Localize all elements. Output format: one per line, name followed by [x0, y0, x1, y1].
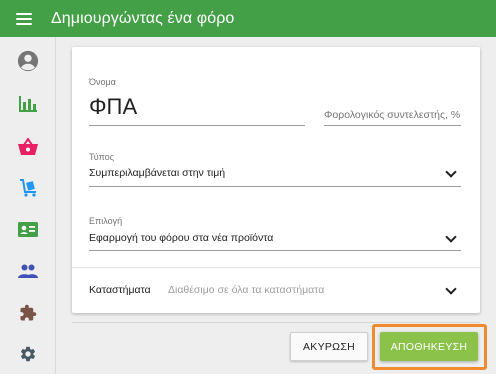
tax-rate-underline	[324, 125, 461, 126]
save-button[interactable]: ΑΠΟΘΗΚΕΥΣΗ	[380, 332, 478, 361]
actions-divider	[72, 322, 480, 323]
page-title: Δημιουργώντας ένα φόρο	[51, 9, 235, 27]
sidebar-item-account[interactable]	[0, 46, 55, 76]
stores-label: Καταστήματα	[89, 284, 151, 296]
sidebar-item-settings[interactable]	[0, 339, 55, 369]
option-select[interactable]: Εφαρμογή του φόρου στα νέα προϊόντα	[89, 232, 273, 244]
sidebar-item-items[interactable]	[0, 173, 55, 203]
divider	[72, 267, 480, 268]
option-select-underline	[89, 250, 461, 251]
name-input-underline	[89, 125, 305, 126]
sidebar-item-reports[interactable]	[0, 89, 55, 119]
puzzle-icon	[20, 304, 36, 321]
app-bar: Δημιουργώντας ένα φόρο	[0, 0, 496, 37]
bar-chart-icon	[18, 96, 37, 112]
luggage-cart-icon	[19, 179, 36, 197]
sidebar-item-integrations[interactable]	[0, 298, 55, 328]
sidebar-item-customers[interactable]	[0, 256, 55, 286]
sidebar-item-employees[interactable]	[0, 214, 55, 244]
chevron-down-icon[interactable]	[445, 283, 457, 295]
people-icon	[17, 264, 38, 278]
chevron-down-icon[interactable]	[445, 166, 457, 178]
sidebar	[0, 37, 56, 374]
sidebar-item-sales[interactable]	[0, 131, 55, 161]
option-label: Επιλογή	[89, 216, 123, 226]
type-select-underline	[89, 186, 461, 187]
tax-form-card: Όνομα ΦΠΑ Φορολογικός συντελεστής, % Τύπ…	[72, 47, 480, 313]
gear-icon	[20, 346, 35, 362]
type-select[interactable]: Συμπεριλαμβάνεται στην τιμή	[89, 167, 225, 179]
chevron-down-icon[interactable]	[445, 231, 457, 243]
name-label: Όνομα	[89, 77, 116, 87]
shopping-basket-icon	[17, 137, 38, 155]
tax-rate-input[interactable]: Φορολογικός συντελεστής, %	[324, 109, 460, 121]
stores-select[interactable]: Διαθέσιμο σε όλα τα καταστήματα	[168, 284, 324, 296]
account-circle-icon	[17, 50, 38, 72]
name-input[interactable]: ΦΠΑ	[89, 94, 137, 120]
type-label: Τύπος	[89, 152, 115, 162]
contact-card-icon	[17, 221, 38, 237]
menu-icon[interactable]	[16, 12, 32, 25]
cancel-button[interactable]: ΑΚΥΡΩΣΗ	[290, 332, 368, 361]
